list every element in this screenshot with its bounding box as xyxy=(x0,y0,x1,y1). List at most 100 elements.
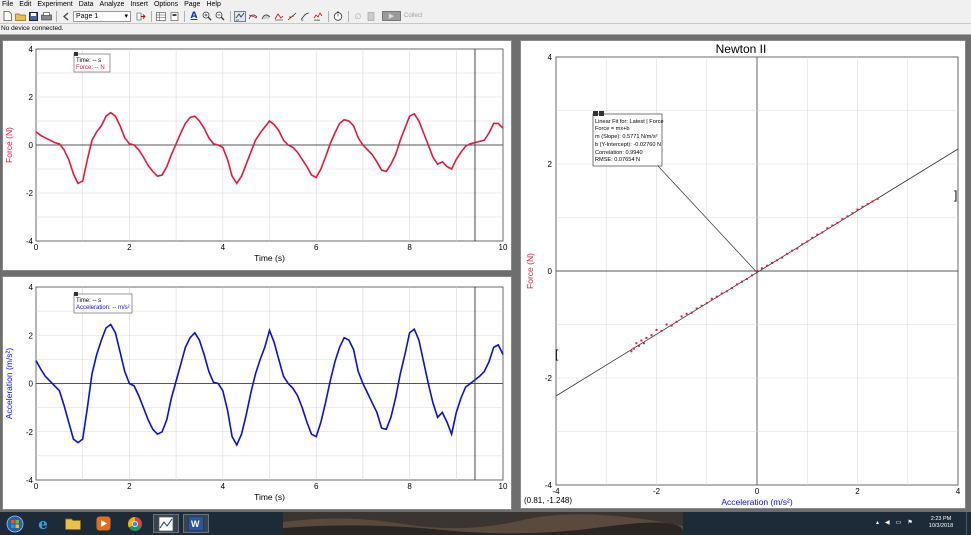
show-hidden-icons[interactable]: ▴ xyxy=(876,519,879,526)
newton-graph[interactable]: Newton II -4 -2 0 2 4 4 2 0 -2 -4 Acceleration (… xyxy=(521,41,966,509)
x-tick-labels: 0 2 4 6 8 10 xyxy=(34,243,508,252)
collect-button[interactable]: ▶ Collect xyxy=(382,11,422,22)
curve-fit-icon[interactable]: fx xyxy=(299,11,311,22)
readout-handle-icon[interactable] xyxy=(74,52,78,56)
fit-box-handle-icon[interactable] xyxy=(593,111,598,116)
menu-help[interactable]: Help xyxy=(206,0,220,9)
linear-fit-box[interactable]: Linear Fit for: Latest | Force Force = m… xyxy=(592,111,664,167)
integral-icon[interactable] xyxy=(260,11,272,22)
fit-box-options-icon[interactable] xyxy=(599,111,604,116)
data-point xyxy=(685,312,688,315)
readout-box[interactable]: Time: -- s Acceleration: -- m/s² xyxy=(73,292,133,314)
x-tick-label: 4 xyxy=(956,487,961,496)
toolbar-divider xyxy=(230,10,231,22)
zero-sensor-icon: ∅ xyxy=(354,11,362,21)
data-point xyxy=(675,320,678,323)
save-icon[interactable] xyxy=(27,11,39,22)
fit-correlation: Correlation: 0.9940 xyxy=(595,150,643,156)
clock[interactable]: 2:23 PM 10/3/2018 xyxy=(923,516,959,530)
status-text: No device connected. xyxy=(1,25,64,32)
open-folder-icon[interactable] xyxy=(14,11,26,22)
logger-pro-icon[interactable] xyxy=(153,514,179,533)
y-tick-label: -4 xyxy=(26,237,34,246)
force-graph-panel[interactable]: 0 2 4 6 8 10 4 2 0 -2 -4 Time (s) Force (N) Time:… xyxy=(2,40,512,271)
show-desktop-button[interactable] xyxy=(966,512,971,535)
chrome-icon[interactable] xyxy=(122,514,148,533)
start-button[interactable] xyxy=(2,514,28,533)
menu-file[interactable]: File xyxy=(2,0,13,9)
sensor-icon xyxy=(365,11,377,22)
meter-icon[interactable] xyxy=(168,11,180,22)
y-axis-label: Force (N) xyxy=(525,253,535,289)
data-point xyxy=(776,259,779,262)
readout-box[interactable]: Time: -- s Force: -- N xyxy=(73,52,111,73)
newton-graph-panel[interactable]: Newton II -4 -2 0 2 4 4 2 0 -2 -4 Acceleration (… xyxy=(520,40,966,509)
page-select[interactable]: Page 1 ▾ xyxy=(73,10,131,22)
data-point xyxy=(655,328,658,331)
word-icon[interactable]: W xyxy=(183,514,209,533)
stopwatch-icon[interactable] xyxy=(332,11,344,22)
y-tick-label: 4 xyxy=(29,45,34,54)
tangent-icon[interactable] xyxy=(247,11,259,22)
readout-handle-icon[interactable] xyxy=(74,292,78,296)
page-back-icon[interactable] xyxy=(60,11,72,22)
data-point xyxy=(745,278,748,280)
data-point xyxy=(740,280,743,283)
fit-title: Linear Fit for: Latest | Force xyxy=(595,119,664,125)
toolbar-divider xyxy=(184,10,185,22)
fit-range-left-bracket[interactable]: [ xyxy=(555,347,559,361)
linear-fit-icon[interactable] xyxy=(286,11,298,22)
autoscale-icon[interactable]: Auto xyxy=(312,11,324,22)
page-forward-icon[interactable] xyxy=(135,11,147,22)
data-point xyxy=(756,270,758,272)
data-point xyxy=(861,205,864,208)
menu-analyze[interactable]: Analyze xyxy=(100,0,125,9)
y-tick-label: -2 xyxy=(26,428,34,437)
readout-time: Time: -- s xyxy=(76,58,101,64)
text-annotation-icon[interactable]: A xyxy=(188,11,200,22)
zoom-out-icon[interactable] xyxy=(214,11,226,22)
data-point xyxy=(811,236,814,239)
internet-explorer-icon[interactable]: e xyxy=(30,514,56,533)
examine-icon[interactable]: x= xyxy=(234,10,246,22)
data-point xyxy=(876,197,879,200)
svg-text:fx: fx xyxy=(301,18,304,21)
system-tray[interactable]: ▴ ◀ ▭ ⚑ xyxy=(876,519,913,526)
data-point xyxy=(695,307,698,310)
svg-text:W: W xyxy=(191,519,200,529)
print-icon[interactable] xyxy=(40,11,52,22)
zoom-in-icon[interactable] xyxy=(201,11,213,22)
data-point xyxy=(735,283,738,286)
statistics-icon[interactable] xyxy=(273,11,285,22)
readout-time: Time: -- s xyxy=(76,298,101,304)
data-point xyxy=(690,311,693,314)
menu-options[interactable]: Options xyxy=(154,0,178,9)
data-point xyxy=(761,267,763,270)
network-icon[interactable]: ▭ xyxy=(896,519,902,526)
media-player-icon[interactable] xyxy=(90,514,116,533)
new-file-icon[interactable] xyxy=(1,11,13,22)
x-axis-label: Time (s) xyxy=(254,253,285,263)
volume-icon[interactable]: ◀ xyxy=(885,519,890,526)
force-graph[interactable]: 0 2 4 6 8 10 4 2 0 -2 -4 Time (s) Force (N) Time:… xyxy=(3,41,512,271)
menu-edit[interactable]: Edit xyxy=(19,0,31,9)
data-point xyxy=(725,290,728,293)
flag-icon[interactable]: ⚑ xyxy=(907,519,912,526)
fit-rmse: RMSE: 0.07654 N xyxy=(595,157,640,163)
menu-insert[interactable]: Insert xyxy=(130,0,148,9)
data-point xyxy=(700,304,703,307)
y-tick-label: -2 xyxy=(26,189,34,198)
acceleration-graph[interactable]: 0 2 4 6 8 10 4 2 0 -2 -4 Time (s) Acceleration (m… xyxy=(3,277,512,510)
readout-force: Force: -- N xyxy=(76,65,105,71)
x-tick-label: 8 xyxy=(407,482,412,491)
file-explorer-icon[interactable] xyxy=(60,514,86,533)
table-icon[interactable] xyxy=(155,11,167,22)
menu-experiment[interactable]: Experiment xyxy=(37,0,72,9)
clock-time: 2:23 PM xyxy=(930,516,952,522)
fit-range-right-bracket[interactable]: ] xyxy=(954,188,957,202)
menu-page[interactable]: Page xyxy=(184,0,200,9)
acceleration-graph-panel[interactable]: 0 2 4 6 8 10 4 2 0 -2 -4 Time (s) Acceleration (m… xyxy=(2,276,512,510)
data-point xyxy=(851,212,854,215)
menu-data[interactable]: Data xyxy=(79,0,94,9)
y-tick-label: 0 xyxy=(29,380,34,389)
